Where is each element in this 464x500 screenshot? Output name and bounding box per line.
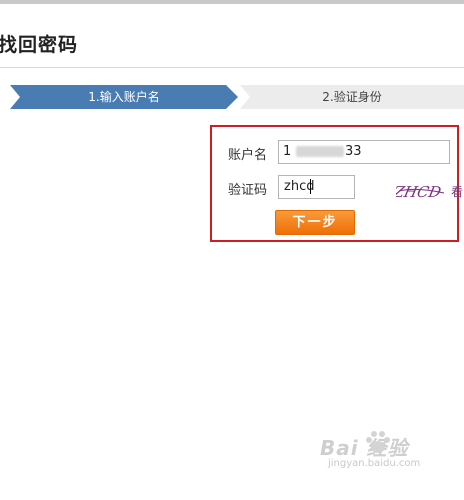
account-value-suffix: 33 [345,144,362,159]
paw-icon [366,431,390,453]
captcha-image-text: ZHCD [396,183,443,201]
step-progress-bar: 1.输入账户名 2.验证身份 [10,85,464,109]
captcha-label: 验证码 [228,183,268,198]
header-divider [0,67,464,68]
captcha-image[interactable]: ZHCD [396,177,448,205]
captcha-input[interactable]: zhcd [278,175,355,199]
account-value-redacted [296,146,344,157]
account-value-prefix: 1 [283,144,292,159]
captcha-refresh-link[interactable]: 看 [451,183,463,200]
page-title: 找回密码 [0,34,79,56]
step-2-label: 2.验证身份 [322,90,382,104]
next-step-button[interactable]: 下一步 [275,210,355,235]
watermark-url: jingyan.baidu.com [328,458,421,469]
top-border [0,0,464,4]
text-cursor [310,179,311,194]
account-label: 账户名 [228,148,268,163]
step-2: 2.验证身份 [240,85,464,109]
step-1-label: 1.输入账户名 [88,90,160,104]
step-1-active: 1.输入账户名 [10,85,238,109]
watermark: Bai 经验 jingyan.baidu.com [300,431,460,492]
